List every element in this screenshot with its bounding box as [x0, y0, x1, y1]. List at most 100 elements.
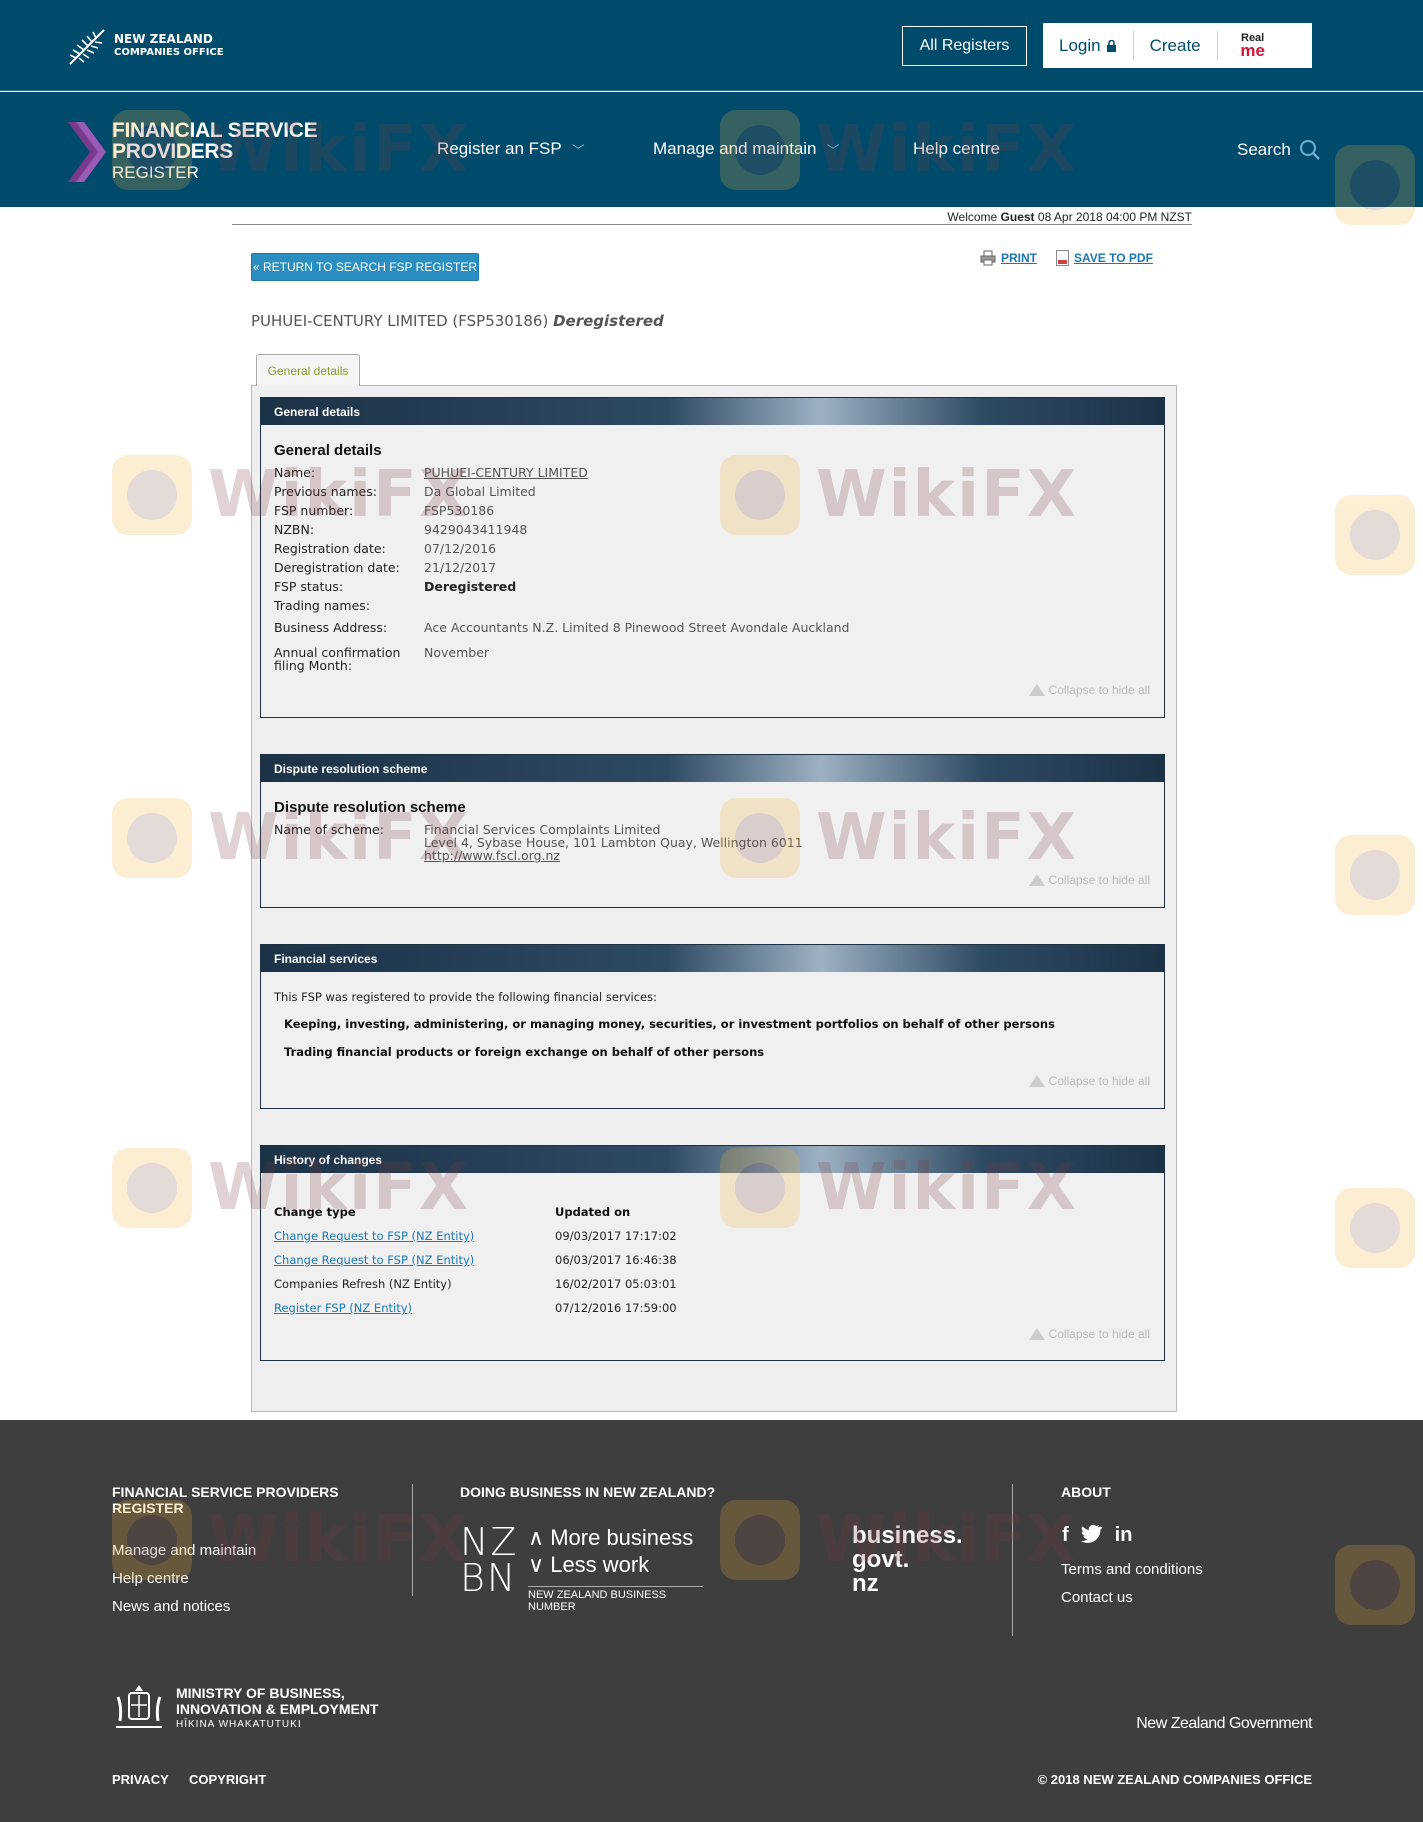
field-annual-confirmation: Annual confirmation filing Month: Novemb…	[274, 646, 489, 672]
footer-link-contact[interactable]: Contact us	[1061, 1589, 1133, 1606]
social-links: f in	[1062, 1524, 1132, 1547]
dispute-resolution-panel: Dispute resolution scheme Dispute resolu…	[260, 754, 1165, 908]
nz-government-logo[interactable]: New Zealand Government	[1136, 1715, 1312, 1733]
mbie-logo[interactable]: MINISTRY OF BUSINESS, INNOVATION & EMPLO…	[112, 1683, 378, 1735]
footer-link-help[interactable]: Help centre	[112, 1570, 189, 1587]
footer: FINANCIAL SERVICE PROVIDERS REGISTER Man…	[0, 1420, 1423, 1822]
mbie-line1: MINISTRY OF BUSINESS,	[176, 1685, 345, 1701]
account-box: Login Create Real me	[1043, 23, 1312, 68]
col-change-type: Change type	[274, 1205, 356, 1219]
general-details-header[interactable]: General details	[261, 398, 1164, 425]
nzbn-logo[interactable]: NZ BN ∧ More business ∨ Less work NEW ZE…	[460, 1520, 703, 1613]
field-label: Registration date:	[274, 541, 386, 556]
nzbn-tag2: ∨ Less work	[528, 1552, 650, 1577]
all-registers-button[interactable]: All Registers	[902, 26, 1027, 66]
footer-link-terms[interactable]: Terms and conditions	[1061, 1561, 1203, 1578]
login-button[interactable]: Login	[1043, 31, 1134, 60]
collapse-up-icon	[1028, 1328, 1045, 1340]
footer-business-heading: DOING BUSINESS IN NEW ZEALAND?	[460, 1484, 716, 1500]
fsp-chevron-icon	[68, 122, 106, 182]
search-icon	[1299, 140, 1320, 160]
nav-register-fsp[interactable]: Register an FSP ﹀	[437, 139, 585, 159]
pdf-icon	[1056, 250, 1069, 266]
footer-link-news[interactable]: News and notices	[112, 1598, 230, 1615]
linkedin-icon[interactable]: in	[1115, 1524, 1133, 1547]
realme-button[interactable]: Real me	[1218, 31, 1288, 60]
business-govt-logo[interactable]: business. govt. nz	[852, 1524, 963, 1596]
nzbn-tag1: ∧ More business	[528, 1525, 694, 1550]
field-fsp-number: FSP number: FSP530186	[274, 504, 494, 517]
chevron-down-icon: ﹀	[571, 142, 585, 158]
field-previous-names: Previous names: Da Global Limited	[274, 485, 536, 498]
fern-icon	[69, 29, 105, 65]
nzbn-letters-top: NZ	[460, 1520, 519, 1564]
table-row: Change Request to FSP (NZ Entity) 06/03/…	[274, 1253, 677, 1267]
tab-general-details[interactable]: General details	[256, 354, 360, 386]
nav-help-centre[interactable]: Help centre	[913, 139, 1000, 159]
change-link[interactable]: Register FSP (NZ Entity)	[274, 1301, 412, 1315]
entity-title: PUHUEI-CENTURY LIMITED (FSP530186) Dereg…	[251, 312, 664, 330]
logo-line2: COMPANIES OFFICE	[114, 47, 224, 58]
change-link[interactable]: Change Request to FSP (NZ Entity)	[274, 1229, 474, 1243]
field-trading-names: Trading names:	[274, 599, 424, 612]
companies-office-logo[interactable]: NEW ZEALAND COMPANIES OFFICE	[66, 24, 224, 68]
watermark-logo	[112, 1148, 192, 1228]
biz-line3: nz	[852, 1570, 879, 1597]
collapse-link[interactable]: Collapse to hide all	[1028, 683, 1150, 697]
field-label: FSP status:	[274, 579, 344, 594]
twitter-icon[interactable]	[1080, 1524, 1103, 1544]
divider	[232, 224, 1192, 225]
watermark-logo	[1335, 835, 1415, 915]
create-button[interactable]: Create	[1134, 31, 1218, 60]
coat-of-arms-icon	[116, 1685, 162, 1728]
lock-icon	[1106, 39, 1116, 52]
service-item: Trading financial products or foreign ex…	[284, 1045, 765, 1059]
general-details-panel: General details General details Name: PU…	[260, 397, 1165, 718]
fsp-register-title[interactable]: FINANCIAL SERVICE PROVIDERS REGISTER	[112, 120, 318, 183]
realme-logo-bottom: me	[1240, 40, 1265, 60]
financial-services-panel: Financial services This FSP was register…	[260, 944, 1165, 1109]
footer-link-manage[interactable]: Manage and maintain	[112, 1542, 256, 1559]
facebook-icon[interactable]: f	[1062, 1524, 1069, 1547]
entity-status: Deregistered	[553, 312, 664, 330]
nav-manage-maintain[interactable]: Manage and maintain ﹀	[653, 139, 840, 159]
nzbn-subtitle: NEW ZEALAND BUSINESS NUMBER	[528, 1586, 703, 1613]
field-value: 07/12/2016	[424, 541, 497, 556]
collapse-link[interactable]: Collapse to hide all	[1028, 1327, 1150, 1341]
nav-register-fsp-label: Register an FSP	[437, 139, 562, 158]
biz-line1: business.	[852, 1522, 963, 1549]
updated-on: 16/02/2017 05:03:01	[555, 1277, 677, 1291]
privacy-link[interactable]: PRIVACY	[112, 1772, 169, 1787]
change-link[interactable]: Change Request to FSP (NZ Entity)	[274, 1253, 474, 1267]
mbie-line2: INNOVATION & EMPLOYMENT	[176, 1701, 379, 1717]
save-to-pdf-link[interactable]: SAVE TO PDF	[1056, 250, 1153, 266]
footer-fsp-heading: FINANCIAL SERVICE PROVIDERS REGISTER	[112, 1484, 339, 1516]
search-button[interactable]: Search	[1237, 139, 1321, 161]
field-deregistration-date: Deregistration date: 21/12/2017	[274, 561, 496, 574]
collapse-link[interactable]: Collapse to hide all	[1028, 873, 1150, 887]
change-type: Companies Refresh (NZ Entity)	[274, 1277, 452, 1291]
service-item: Keeping, investing, administering, or ma…	[284, 1017, 1055, 1031]
field-label: Name:	[274, 465, 316, 480]
nzbn-letters-bottom: BN	[460, 1556, 518, 1600]
field-nzbn: NZBN: 9429043411948	[274, 523, 527, 536]
collapse-link[interactable]: Collapse to hide all	[1028, 1074, 1150, 1088]
footer-divider	[412, 1484, 413, 1596]
dispute-resolution-header[interactable]: Dispute resolution scheme	[261, 755, 1164, 782]
field-value: November	[424, 645, 490, 660]
logo-line1: NEW ZEALAND	[114, 32, 213, 46]
print-link[interactable]: PRINT	[980, 250, 1037, 266]
financial-services-header[interactable]: Financial services	[261, 945, 1164, 972]
nav-manage-maintain-label: Manage and maintain	[653, 139, 817, 158]
copyright-link[interactable]: COPYRIGHT	[189, 1772, 266, 1787]
field-fsp-status: FSP status: Deregistered	[274, 580, 516, 593]
field-value: FSP530186	[424, 503, 495, 518]
scheme-url-link[interactable]: http://www.fscl.org.nz	[424, 849, 803, 862]
history-panel: History of changes Change type Updated o…	[260, 1145, 1165, 1361]
watermark-logo	[1335, 495, 1415, 575]
field-value: 9429043411948	[424, 522, 528, 537]
top-header: NEW ZEALAND COMPANIES OFFICE All Registe…	[0, 0, 1423, 91]
entity-name-link[interactable]: PUHUEI-CENTURY LIMITED	[424, 466, 588, 479]
history-header[interactable]: History of changes	[261, 1146, 1164, 1173]
return-to-search-button[interactable]: « RETURN TO SEARCH FSP REGISTER	[251, 253, 479, 281]
